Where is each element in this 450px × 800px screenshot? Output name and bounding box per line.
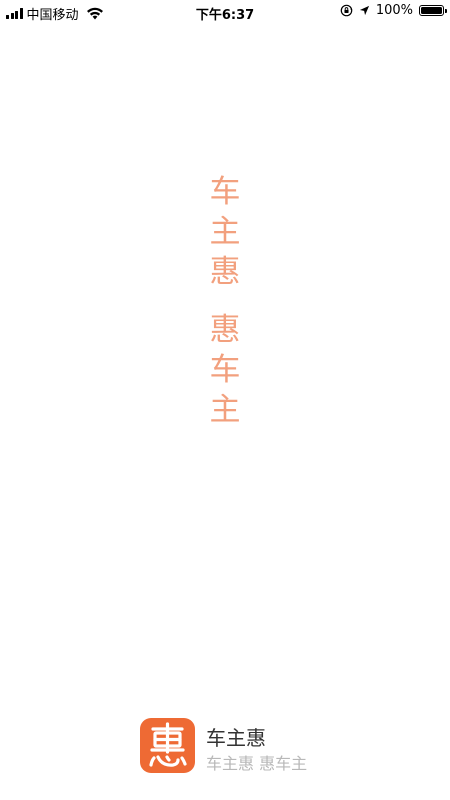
battery-percentage: 100% — [375, 3, 413, 18]
status-bar: 中国移动 下午6:37 100% — [0, 0, 450, 24]
app-name: 车主惠 — [206, 726, 266, 750]
slogan-char: 车 — [209, 174, 241, 210]
brand-footer: 车主惠 车主惠 惠车主 — [140, 718, 340, 776]
splash-screen: 中国移动 下午6:37 100% 车 主 惠 惠 车 主 车主惠 车主惠 惠车主 — [0, 0, 450, 800]
battery-fill — [421, 7, 442, 14]
location-arrow-icon — [359, 5, 369, 16]
slogan-char: 惠 — [209, 312, 241, 348]
slogan-vertical: 车 主 惠 惠 车 主 — [200, 172, 250, 430]
slogan-char: 主 — [209, 392, 241, 428]
app-logo — [140, 718, 195, 773]
app-tagline: 车主惠 惠车主 — [206, 754, 308, 773]
status-right: 100% — [340, 3, 447, 18]
orientation-lock-icon — [340, 4, 353, 17]
battery-icon — [419, 5, 447, 16]
slogan-char: 车 — [209, 352, 241, 388]
slogan-char: 惠 — [209, 254, 241, 290]
slogan-char: 主 — [209, 214, 241, 250]
hui-logo-icon — [149, 722, 187, 767]
